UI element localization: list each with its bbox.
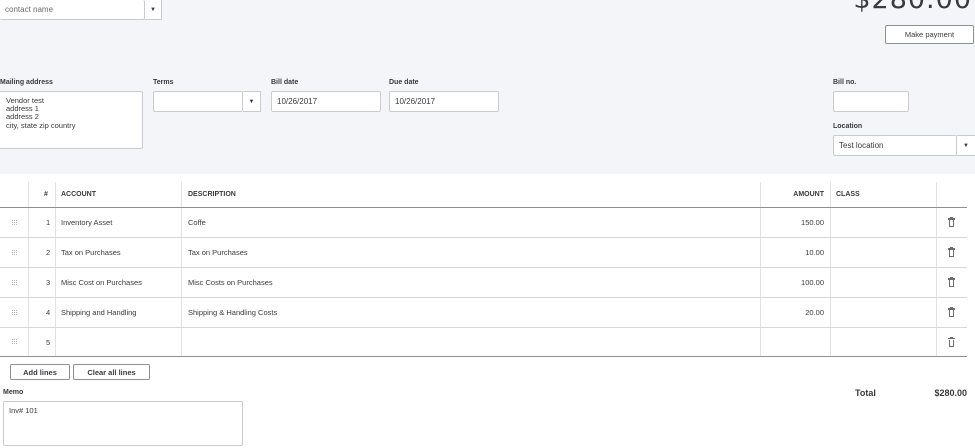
contact-name-dropdown-button[interactable]: ▼ [145, 0, 162, 20]
row-number: 1 [46, 218, 51, 227]
bill-no-label: Bill no. [833, 79, 857, 86]
account-cell[interactable]: Shipping and Handling [61, 298, 136, 327]
terms-dropdown-button[interactable]: ▼ [243, 91, 261, 112]
chevron-down-icon: ▼ [150, 6, 156, 13]
amount-cell[interactable]: 150.00 [760, 208, 824, 237]
row-number: 5 [46, 337, 51, 347]
trash-icon[interactable] [948, 298, 955, 327]
description-cell[interactable]: Coffe [188, 208, 206, 237]
total-value: $280.00 [934, 388, 967, 398]
due-date-value: 10/26/2017 [395, 97, 436, 106]
table-header-row: # ACCOUNT DESCRIPTION AMOUNT CLASS [0, 182, 967, 208]
table-row[interactable]: 5 [0, 328, 967, 357]
column-header-amount: AMOUNT [793, 191, 824, 198]
row-number: 4 [46, 308, 51, 317]
trash-icon[interactable] [948, 238, 955, 267]
add-lines-label: Add lines [23, 367, 57, 377]
memo-value: Inv# 101 [9, 406, 38, 415]
due-date-field[interactable]: 10/26/2017 [389, 91, 499, 112]
description-cell[interactable]: Tax on Purchases [188, 238, 248, 267]
description-cell[interactable]: Misc Costs on Purchases [188, 268, 273, 297]
memo-label: Memo [3, 389, 24, 396]
description-cell[interactable]: Shipping & Handling Costs [188, 298, 277, 327]
terms-label: Terms [153, 79, 174, 86]
make-payment-button[interactable]: Make payment [885, 25, 974, 44]
amount-cell[interactable]: 100.00 [760, 268, 824, 297]
table-row[interactable]: 3 Misc Cost on Purchases Misc Costs on P… [0, 268, 967, 298]
add-lines-button[interactable]: Add lines [10, 364, 70, 380]
terms-select[interactable] [153, 91, 243, 112]
bill-date-value: 10/26/2017 [277, 97, 318, 106]
location-dropdown-button[interactable]: ▼ [957, 135, 975, 156]
bill-header-section [0, 0, 975, 174]
mailing-address-label: Mailing address [0, 79, 53, 86]
location-select[interactable]: Test location [833, 135, 957, 156]
due-date-label: Due date [389, 79, 419, 86]
chevron-down-icon: ▼ [248, 98, 255, 105]
make-payment-label: Make payment [904, 30, 955, 39]
table-row[interactable]: 2 Tax on Purchases Tax on Purchases 10.0… [0, 238, 967, 268]
bill-no-field[interactable] [833, 91, 909, 112]
amount-cell[interactable]: 10.00 [760, 238, 824, 267]
drag-handle-icon[interactable] [12, 238, 18, 267]
column-header-description: DESCRIPTION [188, 191, 236, 198]
contact-name-select[interactable]: contact name [0, 0, 145, 20]
location-label: Location [833, 123, 863, 130]
drag-handle-icon[interactable] [12, 268, 18, 297]
trash-icon[interactable] [948, 328, 955, 356]
balance-due-amount: $280.00 [853, 0, 972, 15]
location-value: Test location [839, 141, 884, 150]
bill-date-label: Bill date [271, 79, 299, 86]
trash-icon[interactable] [948, 268, 955, 297]
mailing-address-field[interactable]: Vendor test address 1 address 2 city, st… [0, 91, 143, 149]
address-line: city, state zip country [6, 120, 76, 130]
amount-cell[interactable]: 20.00 [760, 298, 824, 327]
account-cell[interactable]: Tax on Purchases [61, 238, 121, 267]
row-number: 3 [46, 278, 51, 287]
column-header-class: CLASS [836, 191, 860, 198]
table-row[interactable]: 4 Shipping and Handling Shipping & Handl… [0, 298, 967, 328]
table-row[interactable]: 1 Inventory Asset Coffe 150.00 [0, 208, 967, 238]
bill-date-field[interactable]: 10/26/2017 [271, 91, 381, 112]
trash-icon[interactable] [948, 208, 955, 237]
total-label: Total [855, 388, 876, 398]
amount-cell[interactable] [760, 328, 824, 356]
column-header-account: ACCOUNT [61, 191, 96, 198]
memo-field[interactable]: Inv# 101 [3, 401, 243, 446]
contact-name-placeholder: contact name [5, 5, 54, 14]
drag-handle-icon[interactable] [12, 298, 18, 327]
account-cell[interactable]: Misc Cost on Purchases [61, 268, 142, 297]
clear-all-lines-button[interactable]: Clear all lines [73, 364, 150, 380]
chevron-down-icon: ▼ [963, 142, 969, 149]
drag-handle-icon[interactable] [12, 328, 18, 356]
drag-handle-icon[interactable] [12, 208, 18, 237]
column-header-num: # [44, 191, 48, 198]
row-number: 2 [46, 248, 51, 257]
account-cell[interactable]: Inventory Asset [61, 208, 112, 237]
clear-all-lines-label: Clear all lines [87, 367, 136, 377]
